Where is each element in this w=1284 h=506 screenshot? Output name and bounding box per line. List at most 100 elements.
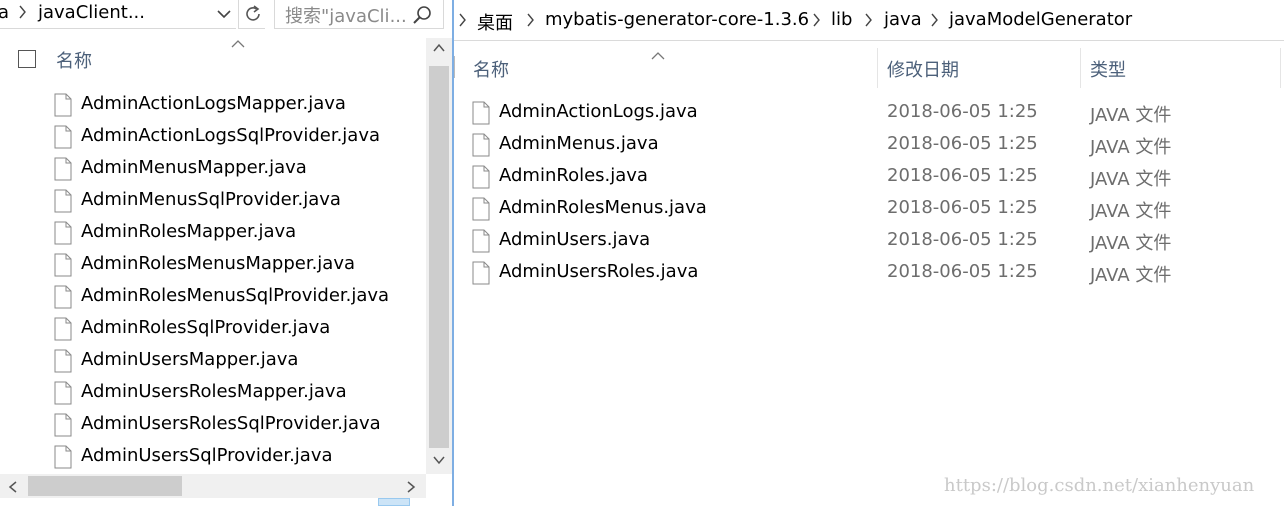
sort-ascending-icon: [650, 46, 666, 60]
right-address-bar[interactable]: 桌面 mybatis-generator-core-1.3.6 lib java…: [454, 0, 1284, 41]
file-name: AdminRolesSqlProvider.java: [81, 317, 331, 338]
breadcrumb-desktop[interactable]: 桌面: [477, 9, 513, 35]
file-icon: [472, 261, 490, 285]
table-row[interactable]: AdminUsers.java 2018-06-05 1:25 JAVA 文件: [454, 226, 1284, 258]
list-item[interactable]: AdminMenusMapper.java: [0, 154, 426, 186]
file-date: 2018-06-05 1:25: [887, 101, 1038, 122]
vertical-scrollbar[interactable]: [426, 38, 452, 474]
chevron-right-icon[interactable]: [812, 12, 822, 27]
list-item[interactable]: AdminUsersSqlProvider.java: [0, 442, 426, 474]
file-icon: [472, 101, 490, 125]
column-divider[interactable]: [1080, 48, 1081, 88]
column-divider[interactable]: [877, 48, 878, 88]
scroll-left-icon[interactable]: [6, 479, 20, 493]
list-item[interactable]: AdminMenusSqlProvider.java: [0, 186, 426, 218]
file-name: AdminRoles.java: [499, 165, 648, 186]
file-date: 2018-06-05 1:25: [887, 197, 1038, 218]
list-item[interactable]: AdminRolesMapper.java: [0, 218, 426, 250]
file-name: AdminMenusMapper.java: [81, 157, 307, 178]
file-name: AdminActionLogsSqlProvider.java: [81, 125, 381, 146]
table-row[interactable]: AdminUsersRoles.java 2018-06-05 1:25 JAV…: [454, 258, 1284, 290]
file-name: AdminRolesMenusSqlProvider.java: [81, 285, 390, 306]
breadcrumb-current-folder[interactable]: javaModelGenerator: [949, 9, 1132, 30]
breadcrumb-current-folder[interactable]: javaClient...: [38, 2, 145, 23]
scroll-right-icon[interactable]: [404, 479, 418, 493]
file-type: JAVA 文件: [1090, 233, 1172, 254]
file-name: AdminActionLogsMapper.java: [81, 93, 346, 114]
search-icon[interactable]: [411, 4, 433, 26]
list-item[interactable]: AdminUsersRolesSqlProvider.java: [0, 410, 426, 442]
chevron-right-icon[interactable]: [18, 4, 28, 24]
column-header-name[interactable]: 名称: [473, 56, 509, 82]
file-name: AdminUsersSqlProvider.java: [81, 445, 333, 466]
column-divider[interactable]: [1280, 48, 1281, 88]
chevron-right-icon[interactable]: [458, 12, 468, 27]
vertical-scroll-thumb[interactable]: [429, 66, 449, 448]
file-name: AdminUsersRolesMapper.java: [81, 381, 347, 402]
file-date: 2018-06-05 1:25: [887, 165, 1038, 186]
list-item[interactable]: AdminActionLogsSqlProvider.java: [0, 122, 426, 154]
left-explorer-pane: a javaClient... 搜索"javaCli... 名称 AdminAc…: [0, 0, 452, 506]
breadcrumb-prefix[interactable]: a: [0, 2, 9, 23]
file-name: AdminUsersMapper.java: [81, 349, 299, 370]
breadcrumb-lib[interactable]: lib: [831, 9, 852, 30]
file-icon: [54, 285, 72, 309]
list-item[interactable]: AdminRolesMenusSqlProvider.java: [0, 282, 426, 314]
file-icon: [54, 93, 72, 117]
file-type: JAVA 文件: [1090, 169, 1172, 190]
file-name: AdminRolesMenus.java: [499, 197, 707, 218]
list-item[interactable]: AdminRolesMenusMapper.java: [0, 250, 426, 282]
search-box[interactable]: 搜索"javaCli...: [274, 0, 444, 29]
column-header-name[interactable]: 名称: [56, 47, 92, 73]
search-input[interactable]: 搜索"javaCli...: [285, 2, 407, 28]
scroll-down-icon[interactable]: [432, 452, 446, 466]
column-edge: [454, 56, 458, 78]
file-icon: [54, 413, 72, 437]
file-name: AdminUsersRolesSqlProvider.java: [81, 413, 381, 434]
file-date: 2018-06-05 1:25: [887, 133, 1038, 154]
horizontal-scroll-thumb[interactable]: [28, 476, 182, 496]
file-name: AdminUsers.java: [499, 229, 651, 250]
list-item[interactable]: AdminUsersMapper.java: [0, 346, 426, 378]
file-date: 2018-06-05 1:25: [887, 261, 1038, 282]
list-item[interactable]: AdminRolesSqlProvider.java: [0, 314, 426, 346]
file-type: JAVA 文件: [1090, 201, 1172, 222]
table-row[interactable]: AdminActionLogs.java 2018-06-05 1:25 JAV…: [454, 98, 1284, 130]
select-all-checkbox[interactable]: [18, 50, 36, 68]
file-icon: [54, 157, 72, 181]
chevron-right-icon[interactable]: [864, 12, 874, 27]
column-header-type[interactable]: 类型: [1090, 56, 1126, 82]
file-icon: [472, 229, 490, 253]
file-icon: [472, 197, 490, 221]
refresh-icon: [242, 3, 264, 29]
breadcrumb-java[interactable]: java: [884, 9, 922, 30]
column-header-date[interactable]: 修改日期: [887, 56, 959, 82]
file-name: AdminRolesMenusMapper.java: [81, 253, 355, 274]
file-type: JAVA 文件: [1090, 137, 1172, 158]
sort-ascending-icon: [230, 34, 246, 48]
chevron-right-icon[interactable]: [526, 12, 536, 27]
file-name: AdminRolesMapper.java: [81, 221, 297, 242]
chevron-down-icon[interactable]: [214, 4, 234, 24]
file-icon: [54, 349, 72, 373]
scroll-up-icon[interactable]: [432, 40, 446, 54]
file-icon: [472, 165, 490, 189]
file-icon: [54, 189, 72, 213]
file-icon: [54, 125, 72, 149]
horizontal-scrollbar[interactable]: [0, 474, 426, 498]
file-icon: [54, 317, 72, 341]
chevron-right-icon[interactable]: [930, 12, 940, 27]
file-icon: [54, 253, 72, 277]
table-row[interactable]: AdminRolesMenus.java 2018-06-05 1:25 JAV…: [454, 194, 1284, 226]
breadcrumb-mybatis-folder[interactable]: mybatis-generator-core-1.3.6: [545, 9, 809, 30]
list-item[interactable]: AdminActionLogsMapper.java: [0, 90, 426, 122]
refresh-button[interactable]: [238, 0, 265, 29]
file-icon: [54, 381, 72, 405]
file-name: AdminMenus.java: [499, 133, 659, 154]
table-row[interactable]: AdminMenus.java 2018-06-05 1:25 JAVA 文件: [454, 130, 1284, 162]
table-row[interactable]: AdminRoles.java 2018-06-05 1:25 JAVA 文件: [454, 162, 1284, 194]
list-item[interactable]: AdminUsersRolesMapper.java: [0, 378, 426, 410]
left-address-bar[interactable]: a javaClient...: [0, 0, 236, 29]
selected-item-edge: [378, 498, 410, 506]
file-name: AdminUsersRoles.java: [499, 261, 699, 282]
